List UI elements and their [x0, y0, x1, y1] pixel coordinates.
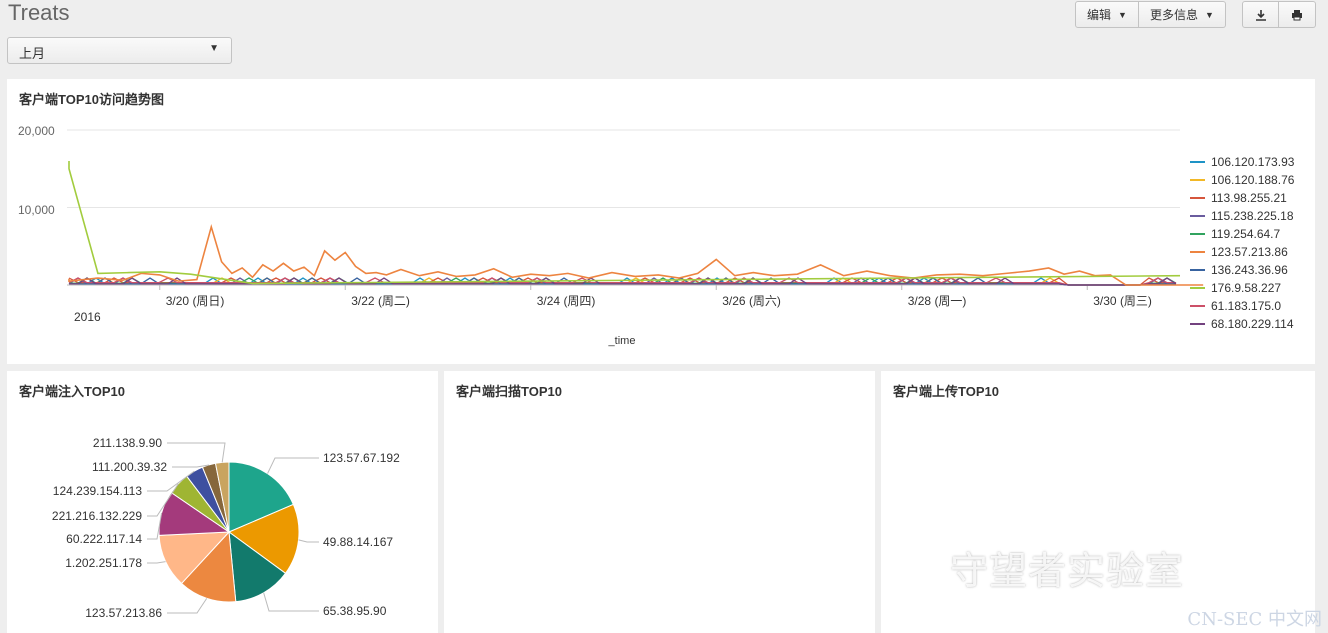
legend-item: 136.243.36.96 — [1211, 263, 1288, 277]
download-icon — [1255, 9, 1266, 21]
legend-item: 106.120.188.76 — [1211, 173, 1295, 187]
legend-item: 123.57.213.86 — [1211, 245, 1288, 259]
print-button[interactable] — [1279, 1, 1316, 28]
series-line-176.9.58.227 — [68, 161, 1181, 285]
edit-button[interactable]: 编辑 ▼ — [1075, 1, 1139, 28]
x-tick-label: 3/20 (周日) — [166, 294, 225, 308]
legend-item: 119.254.64.7 — [1211, 227, 1281, 241]
legend-item: 113.98.255.21 — [1211, 191, 1287, 205]
injection-pie-panel: 客户端注入TOP10 123.57.67.192 49.88.14.167 65.3… — [7, 371, 438, 633]
scan-pie-panel: 客户端扫描TOP10 221.231.6.240218.201.220.2266… — [444, 371, 875, 633]
x-tick-label: 3/28 (周一) — [908, 294, 967, 308]
scan-pie-chart: 221.231.6.240218.201.220.22660.0.144.781… — [444, 371, 875, 633]
pie-label: 123.57.67.192 — [323, 451, 400, 465]
more-info-button[interactable]: 更多信息 ▼ — [1138, 1, 1226, 28]
pie-label: 211.138.9.90 — [93, 436, 163, 450]
time-range-value: 上月 — [19, 46, 46, 61]
watermark-site: CN-SEC 中文网 — [1187, 609, 1322, 630]
chevron-down-icon: ▼ — [1204, 9, 1214, 20]
injection-pie-chart: 123.57.67.192 49.88.14.167 65.38.95.90 123.… — [52, 436, 400, 620]
pie-leader-line — [147, 561, 166, 564]
legend-item: 61.183.175.0 — [1211, 299, 1281, 313]
pie-label: 1.202.251.178 — [65, 556, 142, 570]
legend-item: 106.120.173.93 — [1211, 155, 1295, 169]
legend-item: 68.180.229.114 — [1211, 317, 1294, 331]
print-icon — [1292, 9, 1302, 20]
pie-leader-line — [267, 457, 319, 474]
y-tick-label: 10,000 — [18, 203, 55, 217]
pie-label: 111.200.39.32 — [92, 460, 167, 474]
x-tick-label: 3/24 (周四) — [537, 294, 596, 308]
pie-label: 123.57.213.86 — [85, 606, 162, 620]
y-tick-label: 20,000 — [18, 124, 55, 138]
line-chart-panel: 客户端TOP10访问趋势图 20,000 10,000 3/20 (周日) 3/2… — [7, 79, 1315, 364]
x-tick-label: 3/22 (周二) — [351, 294, 410, 308]
pie-leader-line — [167, 598, 208, 614]
edit-label: 编辑 — [1087, 8, 1112, 22]
pie-leader-line — [298, 539, 319, 543]
legend-item: 115.238.225.18 — [1211, 209, 1294, 223]
line-chart: 20,000 10,000 3/20 (周日) 3/22 (周二) 3/24 (周四… — [18, 124, 1295, 347]
edit-toolbar: 编辑 ▼ 更多信息 ▼ — [1075, 1, 1226, 28]
pie-label: 65.38.95.90 — [323, 604, 387, 618]
x-tick-label: 3/30 (周三) — [1093, 294, 1152, 308]
x-tick-label: 3/26 (周六) — [722, 294, 781, 308]
download-button[interactable] — [1242, 1, 1279, 28]
legend-item: 176.9.58.227 — [1211, 281, 1281, 295]
pie-label: 49.88.14.167 — [323, 535, 393, 549]
chevron-down-icon: ▼ — [209, 43, 219, 54]
pie-label: 221.216.132.229 — [52, 509, 142, 523]
watermark-text: 守望者实验室 — [950, 549, 1185, 593]
page-title: Treats — [8, 0, 70, 25]
chevron-down-icon: ▼ — [1118, 9, 1127, 20]
x-axis-label: _time — [608, 335, 636, 347]
more-info-label: 更多信息 — [1149, 8, 1198, 22]
export-toolbar — [1242, 1, 1316, 28]
x-year-label: 2016 — [74, 310, 101, 324]
time-range-picker[interactable]: 上月 ▼ — [7, 37, 232, 64]
pie-leader-line — [167, 442, 226, 463]
pie-leader-line — [263, 592, 319, 612]
pie-label: 60.222.117.14 — [66, 532, 142, 546]
pie-label: 124.239.154.113 — [53, 484, 143, 498]
